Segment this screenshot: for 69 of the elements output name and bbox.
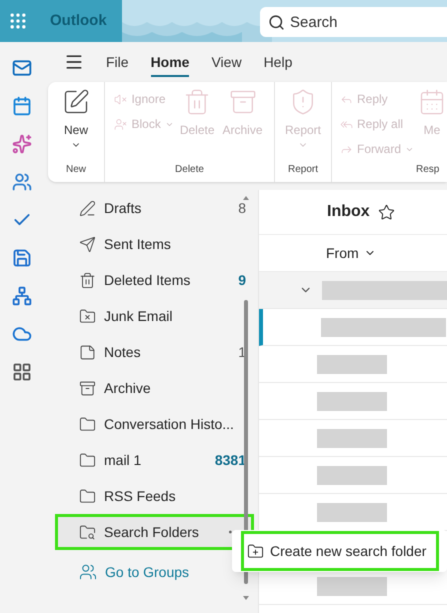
search-folder-icon bbox=[79, 524, 96, 540]
folder-name: RSS Feeds bbox=[104, 486, 177, 506]
redacted-block bbox=[317, 428, 387, 448]
search-icon bbox=[268, 14, 285, 31]
folder-name: Drafts bbox=[104, 198, 142, 218]
ribbon-group-label: Resp bbox=[415, 163, 440, 177]
groups-icon bbox=[79, 563, 97, 581]
folder-add-icon bbox=[247, 542, 264, 560]
folder-icon bbox=[79, 488, 96, 504]
mail-icon[interactable] bbox=[12, 58, 32, 78]
folder-name: Junk Email bbox=[104, 306, 174, 326]
block-user-icon bbox=[114, 118, 128, 130]
folder-icon bbox=[79, 416, 96, 432]
folder-item[interactable]: Deleted Items 9 bbox=[55, 262, 254, 298]
menu-tab[interactable]: File bbox=[106, 47, 129, 77]
folder-item[interactable]: Conversation Histo... bbox=[55, 406, 254, 442]
folder-item[interactable]: Search Folders bbox=[55, 514, 254, 550]
redacted-block bbox=[317, 502, 387, 522]
folder-item[interactable]: RSS Feeds bbox=[55, 478, 254, 514]
redacted-block bbox=[317, 466, 387, 484]
folder-item[interactable]: Junk Email bbox=[55, 298, 254, 334]
archive-box-icon bbox=[228, 88, 256, 116]
folder-name: Search Folders bbox=[104, 522, 200, 542]
folder-count: 8381 bbox=[214, 450, 246, 470]
folder-item[interactable]: Sent Items bbox=[55, 226, 254, 262]
folder-name: mail 1 bbox=[104, 450, 142, 470]
folder-title: Inbox bbox=[327, 202, 370, 222]
search-field[interactable]: Search bbox=[260, 7, 447, 37]
notebook-icon[interactable] bbox=[12, 248, 32, 268]
ribbon-button[interactable]: New bbox=[60, 82, 92, 162]
menu-tab[interactable]: View bbox=[211, 47, 242, 77]
menu-item[interactable]: Create new search folder bbox=[241, 531, 440, 571]
sparkle-icon[interactable] bbox=[12, 134, 32, 154]
ribbon-group-label: Report bbox=[288, 163, 318, 177]
org-chart-icon[interactable] bbox=[12, 286, 32, 306]
folder-count: 8 bbox=[238, 198, 246, 218]
folder-name: Notes bbox=[104, 342, 142, 362]
redacted-block bbox=[317, 576, 387, 596]
redacted-block bbox=[317, 354, 387, 374]
archive-box-icon bbox=[79, 380, 96, 396]
note-icon bbox=[79, 344, 96, 360]
groups-link[interactable]: Go to Groups bbox=[105, 562, 190, 582]
folder-item[interactable]: Archive bbox=[55, 370, 254, 406]
menu-tab[interactable]: Help bbox=[264, 47, 292, 77]
folder-item[interactable]: Drafts 8 bbox=[55, 190, 254, 226]
pencil-icon bbox=[79, 200, 96, 216]
compose-icon bbox=[62, 88, 90, 116]
folder-name: Deleted Items bbox=[104, 270, 192, 290]
trash-icon bbox=[79, 272, 96, 288]
apps-icon[interactable] bbox=[12, 362, 32, 382]
folder-item[interactable]: mail 1 8381 bbox=[55, 442, 254, 478]
calendar-icon[interactable] bbox=[12, 96, 32, 116]
folder-icon bbox=[79, 452, 96, 468]
app-name: Outlook bbox=[50, 10, 107, 31]
people-icon[interactable] bbox=[12, 172, 32, 192]
mail-row[interactable] bbox=[259, 309, 447, 346]
folder-name: Sent Items bbox=[104, 234, 172, 254]
ribbon-group-label: Delete bbox=[175, 163, 204, 177]
folder-count: 9 bbox=[238, 270, 246, 290]
menu-tab[interactable]: Home bbox=[150, 47, 190, 77]
send-icon bbox=[79, 236, 96, 252]
star-icon[interactable] bbox=[378, 204, 395, 220]
redacted-block bbox=[317, 392, 387, 410]
folder-name: Archive bbox=[104, 378, 152, 398]
junk-folder-icon bbox=[79, 308, 96, 324]
folder-name: Conversation Histo... bbox=[104, 414, 235, 434]
cloud-icon[interactable] bbox=[12, 324, 32, 344]
mute-icon bbox=[114, 92, 128, 106]
ribbon-group-label: New bbox=[66, 163, 86, 177]
